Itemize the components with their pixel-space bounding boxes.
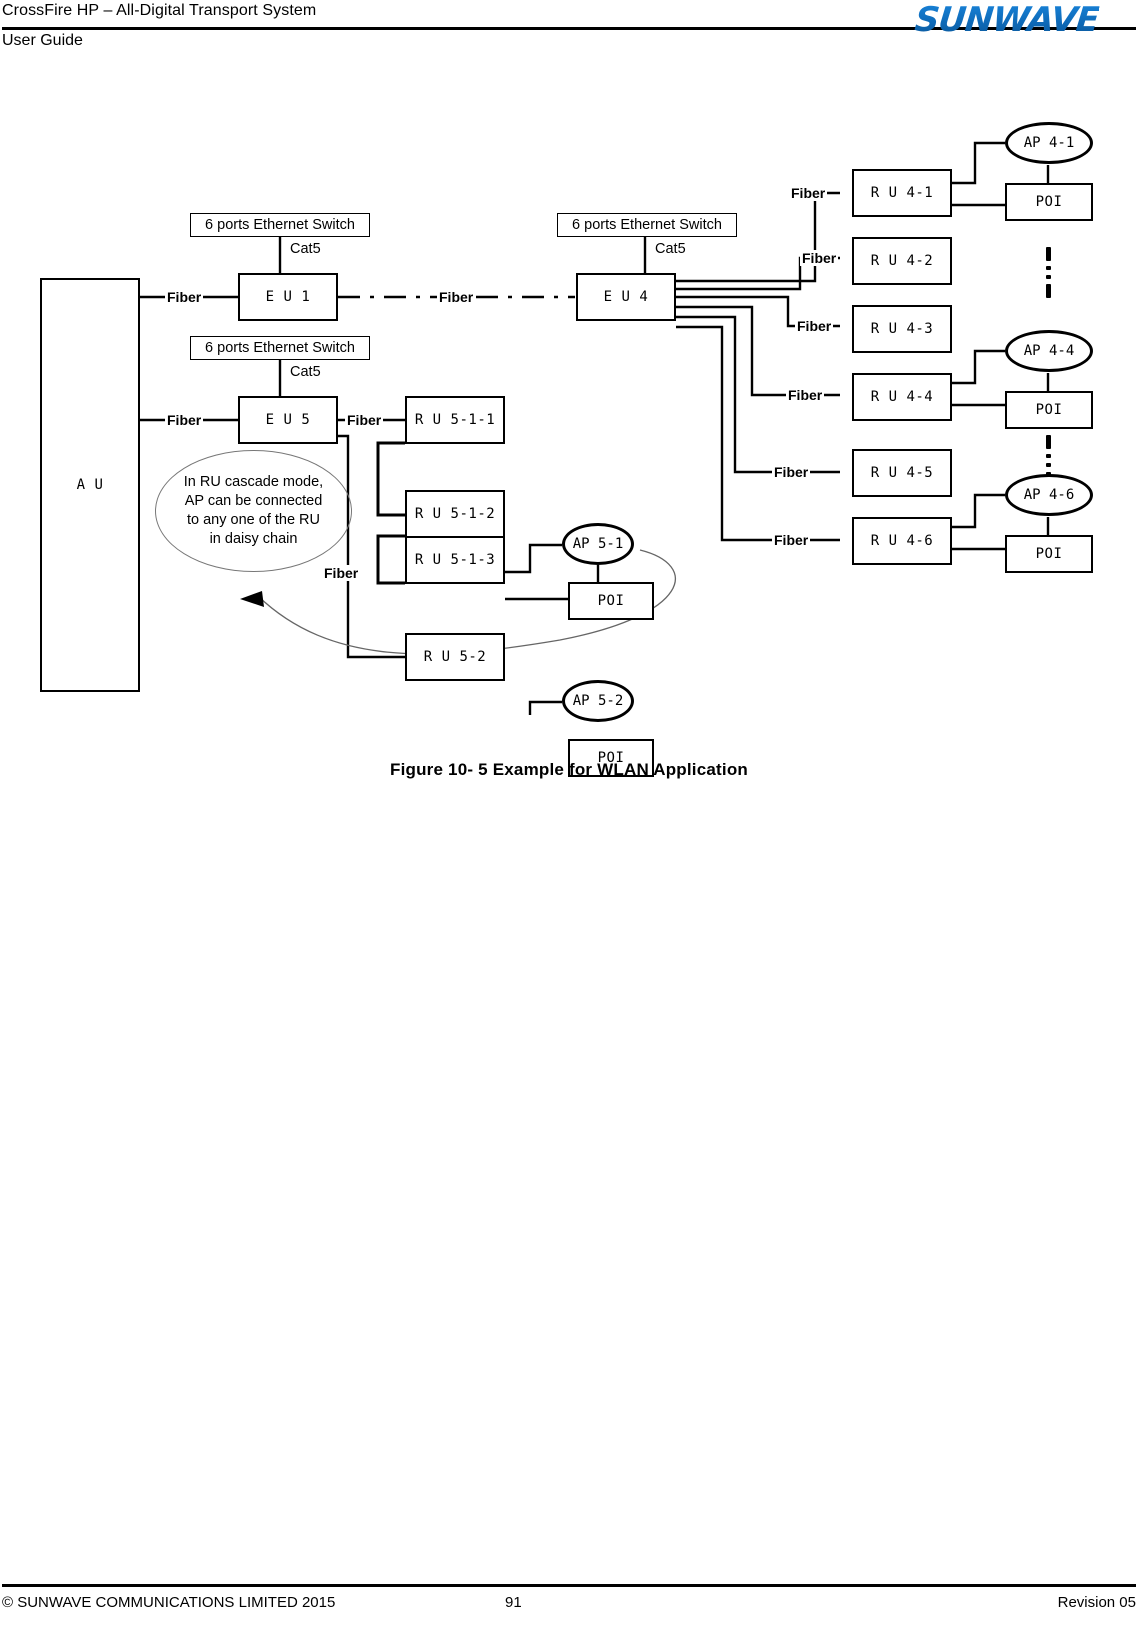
ru-5-1-3-label: R U 5-1-3: [414, 552, 496, 568]
ru-4-4-node[interactable]: R U 4-4: [852, 373, 952, 421]
ru-4-1-node[interactable]: R U 4-1: [852, 169, 952, 217]
fiber-label-ru43: Fiber: [795, 318, 834, 334]
ap-5-2-label: AP 5-2: [572, 693, 624, 709]
ru-4-2-node[interactable]: R U 4-2: [852, 237, 952, 285]
poi-4-6-label: POI: [1035, 546, 1063, 562]
eu-5-node[interactable]: E U 5: [238, 396, 338, 444]
diagram-connectors: [140, 141, 1050, 715]
ru-4-5-node[interactable]: R U 4-5: [852, 449, 952, 497]
ru-5-1-2-label: R U 5-1-2: [414, 506, 496, 522]
fiber-label-eu5-ru52: Fiber: [322, 565, 361, 581]
fiber-label-ru42: Fiber: [800, 250, 839, 266]
footer-copyright: © SUNWAVE COMMUNICATIONS LIMITED 2015: [2, 1594, 336, 1611]
ap-4-1-node[interactable]: AP 4-1: [1005, 122, 1093, 164]
ru-5-1-1-node[interactable]: R U 5-1-1: [405, 396, 505, 444]
fiber-label-ru46: Fiber: [772, 532, 811, 548]
ap-4-6-label: AP 4-6: [1023, 487, 1075, 503]
ap-4-1-label: AP 4-1: [1023, 135, 1075, 151]
ru-5-2-node[interactable]: R U 5-2: [405, 633, 505, 681]
fiber-label-au-eu1: Fiber: [165, 289, 204, 305]
fiber-label-eu5-ru511: Fiber: [345, 412, 384, 428]
ethernet-switch-eu5-label: 6 ports Ethernet Switch: [205, 340, 355, 356]
fiber-label-au-eu5: Fiber: [165, 412, 204, 428]
ethernet-switch-eu1[interactable]: 6 ports Ethernet Switch: [190, 213, 370, 237]
ru-4-6-label: R U 4-6: [870, 533, 934, 549]
ethernet-switch-eu4-label: 6 ports Ethernet Switch: [572, 217, 722, 233]
ru-4-3-node[interactable]: R U 4-3: [852, 305, 952, 353]
au-label: A U: [76, 477, 104, 493]
ap-5-1-node[interactable]: AP 5-1: [562, 523, 634, 565]
ru-4-5-label: R U 4-5: [870, 465, 934, 481]
ru-4-1-label: R U 4-1: [870, 185, 934, 201]
fiber-label-eu1-eu4: Fiber: [437, 289, 476, 305]
eu-1-node[interactable]: E U 1: [238, 273, 338, 321]
au-node[interactable]: A U: [40, 278, 140, 692]
document-title: CrossFire HP – All-Digital Transport Sys…: [2, 2, 317, 19]
poi-5-1-label: POI: [597, 593, 625, 609]
ap-4-6-node[interactable]: AP 4-6: [1005, 474, 1093, 516]
ru-5-1-1-label: R U 5-1-1: [414, 412, 496, 428]
figure-caption: Figure 10- 5 Example for WLAN Applicatio…: [389, 760, 748, 779]
footer-page-number: 91: [505, 1594, 522, 1611]
cat5-label-eu1: Cat5: [288, 241, 323, 257]
ap-4-4-label: AP 4-4: [1023, 343, 1075, 359]
page-footer: © SUNWAVE COMMUNICATIONS LIMITED 2015 91…: [0, 1570, 1138, 1630]
ap-5-1-label: AP 5-1: [572, 536, 624, 552]
ru-5-1-2-node[interactable]: R U 5-1-2: [405, 490, 505, 538]
cascade-note-callout: In RU cascade mode, AP can be connected …: [155, 450, 352, 572]
wlan-application-diagram: A U 6 ports Ethernet Switch 6 ports Ethe…: [0, 95, 1138, 777]
poi-5-1-node[interactable]: POI: [568, 582, 654, 620]
ethernet-switch-eu1-label: 6 ports Ethernet Switch: [205, 217, 355, 233]
poi-4-6-node[interactable]: POI: [1005, 535, 1093, 573]
ap-group-ellipsis-top: [1046, 247, 1051, 298]
footer-divider: [2, 1584, 1136, 1587]
callout-arrowhead: [240, 591, 264, 607]
poi-4-4-label: POI: [1035, 402, 1063, 418]
ethernet-switch-eu5[interactable]: 6 ports Ethernet Switch: [190, 336, 370, 360]
ru-4-3-label: R U 4-3: [870, 321, 934, 337]
ru-4-2-label: R U 4-2: [870, 253, 934, 269]
cascade-note-text: In RU cascade mode, AP can be connected …: [183, 473, 324, 548]
document-subtitle: User Guide: [2, 32, 83, 49]
ethernet-switch-eu4[interactable]: 6 ports Ethernet Switch: [557, 213, 737, 237]
ap-5-2-node[interactable]: AP 5-2: [562, 680, 634, 722]
ru-4-4-label: R U 4-4: [870, 389, 934, 405]
ru-4-6-node[interactable]: R U 4-6: [852, 517, 952, 565]
eu-4-label: E U 4: [603, 289, 649, 305]
ru-5-1-3-node[interactable]: R U 5-1-3: [405, 536, 505, 584]
eu-1-label: E U 1: [265, 289, 311, 305]
ru-5-2-label: R U 5-2: [423, 649, 487, 665]
fiber-label-ru45: Fiber: [772, 464, 811, 480]
fiber-label-ru44: Fiber: [786, 387, 825, 403]
fiber-label-ru41: Fiber: [789, 185, 828, 201]
eu-4-node[interactable]: E U 4: [576, 273, 676, 321]
poi-4-4-node[interactable]: POI: [1005, 391, 1093, 429]
cat5-label-eu5: Cat5: [288, 364, 323, 380]
footer-revision: Revision 05: [1057, 1594, 1136, 1611]
cat5-label-eu4: Cat5: [653, 241, 688, 257]
ap-4-4-node[interactable]: AP 4-4: [1005, 330, 1093, 372]
page-header: CrossFire HP – All-Digital Transport Sys…: [0, 0, 1138, 60]
sunwave-logo: SUNWAVE: [912, 0, 1101, 40]
eu-5-label: E U 5: [265, 412, 311, 428]
poi-4-1-node[interactable]: POI: [1005, 183, 1093, 221]
poi-4-1-label: POI: [1035, 194, 1063, 210]
